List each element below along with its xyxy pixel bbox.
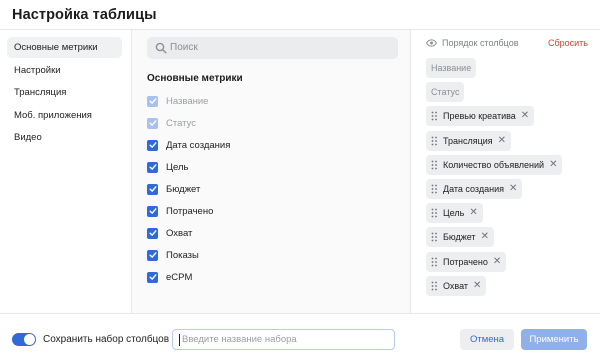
checkmark-icon: [149, 208, 156, 214]
metric-label: Название: [166, 95, 209, 107]
sidebar: Основные метрики Настройки Трансляция Мо…: [0, 30, 131, 313]
save-set-toggle[interactable]: [12, 333, 36, 346]
column-chip[interactable]: Охват ✕: [426, 276, 487, 296]
column-chip-label: Количество объявлений: [443, 160, 545, 170]
checkmark-icon: [149, 120, 156, 126]
cancel-button[interactable]: Отмена: [460, 329, 514, 350]
remove-icon[interactable]: ✕: [521, 111, 529, 121]
metric-checkbox-row[interactable]: Дата создания: [147, 138, 230, 152]
remove-icon[interactable]: ✕: [549, 160, 557, 170]
column-order-panel: Порядок столбцов Сбросить Название Статус…: [412, 30, 600, 313]
column-chip-label: Трансляция: [443, 136, 493, 146]
remove-icon[interactable]: ✕: [469, 208, 477, 218]
column-order-header: Порядок столбцов: [426, 38, 519, 48]
column-chip-label: Статус: [431, 87, 460, 97]
column-chip[interactable]: Цель ✕: [426, 203, 483, 223]
column-chip: Статус: [426, 82, 465, 102]
checkbox[interactable]: [147, 139, 158, 151]
drag-handle-icon[interactable]: [431, 136, 438, 146]
column-chip-label: Цель: [443, 208, 465, 218]
reset-button[interactable]: Сбросить: [548, 38, 588, 48]
set-name-placeholder: Введите название набора: [182, 334, 297, 345]
column-chip-label: Название: [431, 63, 472, 73]
search-placeholder: Поиск: [170, 42, 198, 53]
set-name-input[interactable]: Введите название набора: [172, 329, 395, 350]
sidebar-item-video[interactable]: Видео: [7, 127, 122, 148]
remove-icon[interactable]: ✕: [473, 281, 481, 291]
eye-icon: [426, 39, 437, 47]
checkbox[interactable]: [147, 227, 158, 239]
column-chip-label: Бюджет: [443, 232, 476, 242]
checkmark-icon: [149, 230, 156, 236]
drag-handle-icon[interactable]: [431, 160, 438, 170]
metric-label: Показы: [166, 249, 199, 261]
search-input[interactable]: Поиск: [147, 37, 398, 59]
drag-handle-icon[interactable]: [431, 184, 438, 194]
metric-label: Бюджет: [166, 183, 201, 195]
metrics-panel: Поиск Основные метрики Название Статус Дат…: [131, 30, 411, 313]
checkbox: [147, 117, 158, 129]
metric-checkbox-row[interactable]: Бюджет: [147, 182, 200, 196]
metric-checkbox-row: Название: [147, 94, 208, 108]
metric-checkbox-row[interactable]: Показы: [147, 248, 199, 262]
dialog-title: Настройка таблицы: [12, 7, 157, 23]
checkbox[interactable]: [147, 271, 158, 283]
checkbox[interactable]: [147, 183, 158, 195]
remove-icon[interactable]: ✕: [498, 136, 506, 146]
checkbox: [147, 95, 158, 107]
toggle-knob: [24, 334, 35, 345]
checkbox[interactable]: [147, 161, 158, 173]
apply-button[interactable]: Применить: [521, 329, 587, 350]
checkmark-icon: [149, 274, 156, 280]
column-chip-label: Дата создания: [443, 184, 504, 194]
sidebar-item-broadcast[interactable]: Трансляция: [7, 82, 122, 103]
metric-label: Цель: [166, 161, 189, 173]
column-chip[interactable]: Потрачено ✕: [426, 252, 507, 272]
column-chip[interactable]: Бюджет ✕: [426, 227, 494, 247]
remove-icon[interactable]: ✕: [509, 184, 517, 194]
checkmark-icon: [149, 98, 156, 104]
drag-handle-icon[interactable]: [431, 111, 438, 121]
column-chip: Название: [426, 58, 477, 78]
metric-checkbox-row[interactable]: Цель: [147, 160, 189, 174]
column-chip[interactable]: Превью креатива ✕: [426, 106, 535, 126]
checkmark-icon: [149, 186, 156, 192]
checkmark-icon: [149, 142, 156, 148]
column-chip[interactable]: Трансляция ✕: [426, 131, 512, 151]
sidebar-item-main-metrics[interactable]: Основные метрики: [7, 37, 122, 58]
metrics-heading: Основные метрики: [147, 73, 243, 84]
metric-checkbox-row[interactable]: Охват: [147, 226, 192, 240]
drag-handle-icon[interactable]: [431, 208, 438, 218]
metric-label: Статус: [166, 117, 197, 129]
checkbox[interactable]: [147, 249, 158, 261]
column-chip[interactable]: Дата создания ✕: [426, 179, 523, 199]
column-chip-label: Охват: [443, 281, 469, 291]
remove-icon[interactable]: ✕: [493, 257, 501, 267]
column-chip-label: Превью креатива: [443, 111, 516, 121]
text-caret: [179, 334, 180, 346]
checkbox[interactable]: [147, 205, 158, 217]
drag-handle-icon[interactable]: [431, 232, 438, 242]
metric-checkbox-row: Статус: [147, 116, 196, 130]
metric-label: eCPM: [166, 271, 193, 283]
sidebar-item-settings[interactable]: Настройки: [7, 60, 122, 81]
footer-divider: [0, 313, 600, 314]
remove-icon[interactable]: ✕: [481, 232, 489, 242]
search-icon: [155, 42, 167, 54]
column-chip-label: Потрачено: [443, 257, 488, 267]
column-order-title: Порядок столбцов: [442, 38, 519, 48]
drag-handle-icon[interactable]: [431, 257, 438, 267]
metric-label: Дата создания: [166, 139, 231, 151]
metric-checkbox-row[interactable]: eCPM: [147, 270, 192, 284]
metric-label: Охват: [166, 227, 193, 239]
column-chip[interactable]: Количество объявлений ✕: [426, 155, 563, 175]
drag-handle-icon[interactable]: [431, 281, 438, 291]
checkmark-icon: [149, 164, 156, 170]
metric-label: Потрачено: [166, 205, 214, 217]
save-set-label: Сохранить набор столбцов: [43, 334, 170, 345]
sidebar-item-mobile-apps[interactable]: Моб. приложения: [7, 105, 122, 126]
metric-checkbox-row[interactable]: Потрачено: [147, 204, 213, 218]
checkmark-icon: [149, 252, 156, 258]
